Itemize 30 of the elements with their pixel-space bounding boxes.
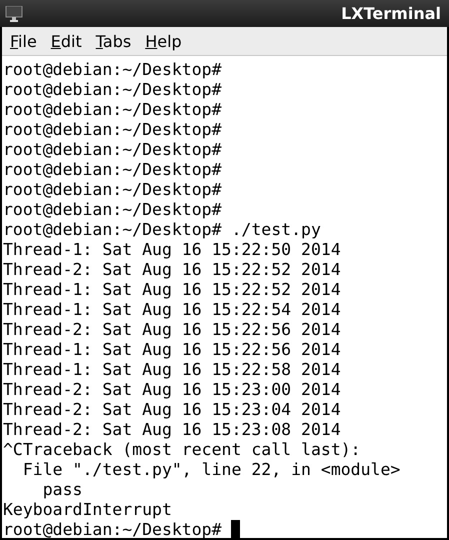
terminal-line: KeyboardInterrupt [3, 500, 172, 518]
menu-item[interactable]: File [10, 32, 37, 50]
monitor-icon [5, 6, 23, 22]
menu-item[interactable]: Edit [50, 32, 82, 50]
terminal-line: Thread-1: Sat Aug 16 15:22:58 2014 [3, 360, 341, 378]
terminal-line: root@debian:~/Desktop# [3, 100, 222, 118]
window-title: LXTerminal [341, 4, 441, 23]
terminal-line: Thread-2: Sat Aug 16 15:22:56 2014 [3, 320, 341, 338]
terminal-line: root@debian:~/Desktop# [3, 120, 222, 138]
menu-item[interactable]: Tabs [96, 32, 132, 50]
terminal-line: Thread-2: Sat Aug 16 15:22:52 2014 [3, 260, 341, 278]
terminal-line: Thread-2: Sat Aug 16 15:23:04 2014 [3, 400, 341, 418]
terminal-line: pass [42, 480, 82, 498]
terminal-line: Thread-1: Sat Aug 16 15:22:52 2014 [3, 280, 341, 298]
terminal-line: root@debian:~/Desktop# [3, 520, 223, 538]
terminal-line: root@debian:~/Desktop# [3, 80, 222, 98]
terminal-line: root@debian:~/Desktop# [3, 160, 222, 178]
terminal-line: root@debian:~/Desktop# ./test.py [3, 220, 321, 238]
terminal-line: File "./test.py", line 22, in <module> [22, 460, 400, 478]
menu-item[interactable]: Help [145, 32, 182, 50]
terminal-line: root@debian:~/Desktop# [3, 140, 222, 158]
terminal-line: root@debian:~/Desktop# [3, 200, 222, 218]
terminal-line: Thread-2: Sat Aug 16 15:23:08 2014 [3, 420, 341, 438]
terminal-line: Thread-1: Sat Aug 16 15:22:50 2014 [3, 240, 341, 258]
terminal-line: Thread-1: Sat Aug 16 15:22:54 2014 [3, 300, 341, 318]
terminal-line: root@debian:~/Desktop# [3, 180, 222, 198]
terminal-line: root@debian:~/Desktop# [3, 60, 222, 78]
terminal-line: Thread-2: Sat Aug 16 15:23:00 2014 [3, 380, 341, 398]
terminal-line: Thread-1: Sat Aug 16 15:22:56 2014 [3, 340, 341, 358]
terminal-line: ^CTraceback (most recent call last): [3, 440, 361, 458]
